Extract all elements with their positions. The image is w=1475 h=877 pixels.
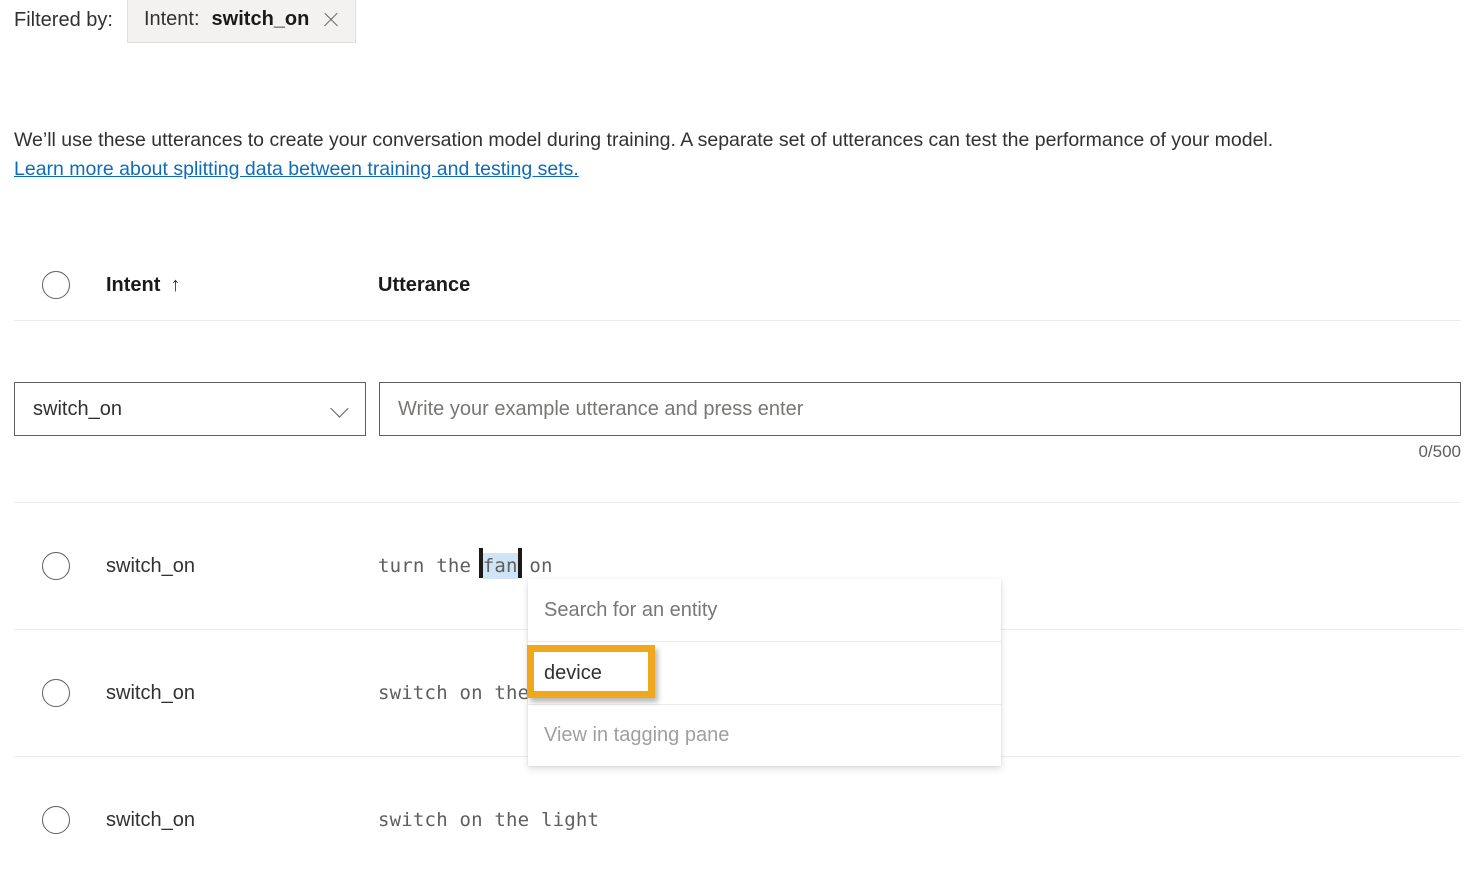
row-intent: switch_on <box>106 682 378 705</box>
entity-callout: Search for an entity device View in tagg… <box>528 579 1001 766</box>
learn-more-link[interactable]: Learn more about splitting data between … <box>14 158 579 180</box>
chevron-down-icon <box>331 400 349 418</box>
entity-search-input[interactable]: Search for an entity <box>528 579 1001 641</box>
row-utterance[interactable]: switch on the light <box>378 809 1475 831</box>
utterance-input-wrapper <box>379 382 1461 436</box>
select-all-radio[interactable] <box>42 271 70 299</box>
entity-option-device[interactable]: device <box>528 641 1001 703</box>
filter-bar: Filtered by: Intent: switch_on <box>0 0 356 48</box>
filter-chip-intent[interactable]: Intent: switch_on <box>127 0 356 43</box>
utterance-input[interactable] <box>380 383 1460 435</box>
select-all-cell <box>14 271 106 299</box>
column-header-utterance[interactable]: Utterance <box>378 274 1475 297</box>
utterances-table: Intent ↑ Utterance switch_on turn the fa… <box>0 250 1475 877</box>
intent-dropdown[interactable]: switch_on <box>14 382 366 436</box>
filter-chip-value: switch_on <box>212 8 310 31</box>
sort-ascending-icon: ↑ <box>170 274 180 297</box>
intent-dropdown-value: switch_on <box>33 398 122 421</box>
row-select-radio[interactable] <box>42 679 70 707</box>
row-select-radio[interactable] <box>42 806 70 834</box>
utterance-text-pre: turn the <box>378 555 483 577</box>
row-select-cell <box>14 552 106 580</box>
table-header-row: Intent ↑ Utterance <box>0 250 1475 320</box>
row-select-radio[interactable] <box>42 552 70 580</box>
row-select-cell <box>14 806 106 834</box>
filtered-by-label: Filtered by: <box>14 10 113 30</box>
row-select-cell <box>14 679 106 707</box>
character-counter: 0/500 <box>1418 442 1461 462</box>
view-in-tagging-pane-option[interactable]: View in tagging pane <box>528 704 1001 766</box>
close-icon[interactable] <box>321 10 341 30</box>
column-header-intent[interactable]: Intent ↑ <box>106 274 378 297</box>
row-utterance[interactable]: turn the fan on <box>378 555 1475 577</box>
description-sentence: We’ll use these utterances to create you… <box>14 129 1273 151</box>
table-row[interactable]: switch_on switch on the light <box>0 757 1475 877</box>
description-text: We’ll use these utterances to create you… <box>14 126 1434 184</box>
utterance-text-post: on <box>518 555 553 577</box>
column-header-utterance-label: Utterance <box>378 274 470 297</box>
entity-token-selected[interactable]: fan <box>483 553 518 579</box>
column-header-intent-label: Intent <box>106 274 160 297</box>
utterances-page: Filtered by: Intent: switch_on We’ll use… <box>0 0 1475 877</box>
filter-chip-prefix: Intent: <box>144 8 200 31</box>
row-intent: switch_on <box>106 555 378 578</box>
row-intent: switch_on <box>106 809 378 832</box>
